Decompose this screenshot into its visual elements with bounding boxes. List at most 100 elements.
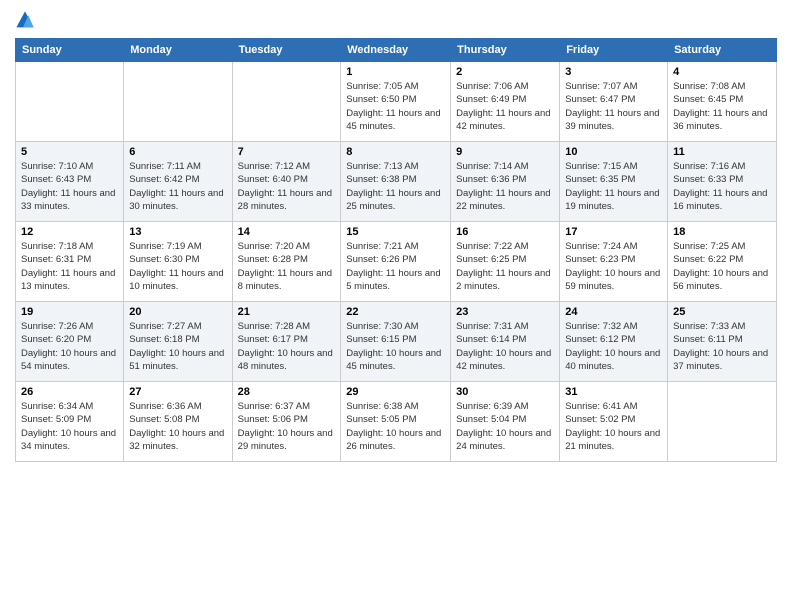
header xyxy=(15,10,777,30)
day-info: Sunrise: 7:21 AM Sunset: 6:26 PM Dayligh… xyxy=(346,240,445,293)
day-info: Sunrise: 6:37 AM Sunset: 5:06 PM Dayligh… xyxy=(238,400,336,453)
calendar-cell: 2 Sunrise: 7:06 AM Sunset: 6:49 PM Daylig… xyxy=(451,62,560,142)
logo xyxy=(15,10,39,30)
day-info: Sunrise: 6:41 AM Sunset: 5:02 PM Dayligh… xyxy=(565,400,662,453)
day-info: Sunrise: 7:12 AM Sunset: 6:40 PM Dayligh… xyxy=(238,160,336,213)
day-number: 25 xyxy=(673,306,771,318)
day-number: 9 xyxy=(456,146,554,158)
day-info: Sunrise: 6:34 AM Sunset: 5:09 PM Dayligh… xyxy=(21,400,118,453)
calendar-week-row: 26 Sunrise: 6:34 AM Sunset: 5:09 PM Dayli… xyxy=(16,382,777,462)
calendar-cell: 5 Sunrise: 7:10 AM Sunset: 6:43 PM Daylig… xyxy=(16,142,124,222)
day-number: 24 xyxy=(565,306,662,318)
day-number: 26 xyxy=(21,386,118,398)
calendar-cell: 29Sunrise: 6:38 AM Sunset: 5:05 PM Dayli… xyxy=(341,382,451,462)
day-info: Sunrise: 7:20 AM Sunset: 6:28 PM Dayligh… xyxy=(238,240,336,293)
day-info: Sunrise: 7:05 AM Sunset: 6:50 PM Dayligh… xyxy=(346,80,445,133)
calendar-day-header: Thursday xyxy=(451,39,560,62)
calendar-cell: 1 Sunrise: 7:05 AM Sunset: 6:50 PM Daylig… xyxy=(341,62,451,142)
day-number: 18 xyxy=(673,226,771,238)
day-info: Sunrise: 7:24 AM Sunset: 6:23 PM Dayligh… xyxy=(565,240,662,293)
calendar-cell xyxy=(124,62,232,142)
day-info: Sunrise: 7:13 AM Sunset: 6:38 PM Dayligh… xyxy=(346,160,445,213)
calendar-cell: 9 Sunrise: 7:14 AM Sunset: 6:36 PM Daylig… xyxy=(451,142,560,222)
calendar-cell: 17 Sunrise: 7:24 AM Sunset: 6:23 PM Dayli… xyxy=(560,222,668,302)
calendar-week-row: 1 Sunrise: 7:05 AM Sunset: 6:50 PM Daylig… xyxy=(16,62,777,142)
calendar-day-header: Sunday xyxy=(16,39,124,62)
calendar-cell: 11Sunrise: 7:16 AM Sunset: 6:33 PM Dayli… xyxy=(668,142,777,222)
calendar-day-header: Saturday xyxy=(668,39,777,62)
day-info: Sunrise: 7:27 AM Sunset: 6:18 PM Dayligh… xyxy=(129,320,226,373)
calendar-cell: 7 Sunrise: 7:12 AM Sunset: 6:40 PM Daylig… xyxy=(232,142,341,222)
logo-icon xyxy=(15,10,35,30)
day-info: Sunrise: 7:31 AM Sunset: 6:14 PM Dayligh… xyxy=(456,320,554,373)
calendar-cell: 15 Sunrise: 7:21 AM Sunset: 6:26 PM Dayli… xyxy=(341,222,451,302)
day-info: Sunrise: 7:26 AM Sunset: 6:20 PM Dayligh… xyxy=(21,320,118,373)
calendar-week-row: 5 Sunrise: 7:10 AM Sunset: 6:43 PM Daylig… xyxy=(16,142,777,222)
day-info: Sunrise: 7:18 AM Sunset: 6:31 PM Dayligh… xyxy=(21,240,118,293)
day-number: 15 xyxy=(346,226,445,238)
calendar-cell: 30Sunrise: 6:39 AM Sunset: 5:04 PM Dayli… xyxy=(451,382,560,462)
calendar-cell: 20 Sunrise: 7:27 AM Sunset: 6:18 PM Dayli… xyxy=(124,302,232,382)
calendar-cell: 27Sunrise: 6:36 AM Sunset: 5:08 PM Dayli… xyxy=(124,382,232,462)
day-info: Sunrise: 7:08 AM Sunset: 6:45 PM Dayligh… xyxy=(673,80,771,133)
day-info: Sunrise: 7:33 AM Sunset: 6:11 PM Dayligh… xyxy=(673,320,771,373)
calendar-cell: 18 Sunrise: 7:25 AM Sunset: 6:22 PM Dayli… xyxy=(668,222,777,302)
day-number: 29 xyxy=(346,386,445,398)
day-number: 14 xyxy=(238,226,336,238)
day-number: 4 xyxy=(673,66,771,78)
day-number: 5 xyxy=(21,146,118,158)
calendar-week-row: 19 Sunrise: 7:26 AM Sunset: 6:20 PM Dayli… xyxy=(16,302,777,382)
calendar-day-header: Tuesday xyxy=(232,39,341,62)
calendar-cell: 14 Sunrise: 7:20 AM Sunset: 6:28 PM Dayli… xyxy=(232,222,341,302)
calendar-cell: 6Sunrise: 7:11 AM Sunset: 6:42 PM Daylig… xyxy=(124,142,232,222)
page: SundayMondayTuesdayWednesdayThursdayFrid… xyxy=(0,0,792,612)
day-number: 22 xyxy=(346,306,445,318)
calendar-cell xyxy=(16,62,124,142)
day-info: Sunrise: 7:06 AM Sunset: 6:49 PM Dayligh… xyxy=(456,80,554,133)
calendar-cell: 4 Sunrise: 7:08 AM Sunset: 6:45 PM Daylig… xyxy=(668,62,777,142)
day-number: 31 xyxy=(565,386,662,398)
day-info: Sunrise: 7:28 AM Sunset: 6:17 PM Dayligh… xyxy=(238,320,336,373)
day-info: Sunrise: 7:16 AM Sunset: 6:33 PM Dayligh… xyxy=(673,160,771,213)
day-number: 13 xyxy=(129,226,226,238)
calendar-week-row: 12 Sunrise: 7:18 AM Sunset: 6:31 PM Dayli… xyxy=(16,222,777,302)
calendar-cell: 25 Sunrise: 7:33 AM Sunset: 6:11 PM Dayli… xyxy=(668,302,777,382)
day-info: Sunrise: 7:22 AM Sunset: 6:25 PM Dayligh… xyxy=(456,240,554,293)
calendar-cell: 3 Sunrise: 7:07 AM Sunset: 6:47 PM Daylig… xyxy=(560,62,668,142)
calendar-day-header: Wednesday xyxy=(341,39,451,62)
day-info: Sunrise: 7:07 AM Sunset: 6:47 PM Dayligh… xyxy=(565,80,662,133)
day-number: 17 xyxy=(565,226,662,238)
day-number: 2 xyxy=(456,66,554,78)
day-info: Sunrise: 7:10 AM Sunset: 6:43 PM Dayligh… xyxy=(21,160,118,213)
day-number: 1 xyxy=(346,66,445,78)
day-number: 20 xyxy=(129,306,226,318)
calendar-day-header: Monday xyxy=(124,39,232,62)
day-number: 16 xyxy=(456,226,554,238)
day-number: 7 xyxy=(238,146,336,158)
calendar-cell: 24 Sunrise: 7:32 AM Sunset: 6:12 PM Dayli… xyxy=(560,302,668,382)
day-info: Sunrise: 7:15 AM Sunset: 6:35 PM Dayligh… xyxy=(565,160,662,213)
calendar-cell: 22 Sunrise: 7:30 AM Sunset: 6:15 PM Dayli… xyxy=(341,302,451,382)
day-number: 21 xyxy=(238,306,336,318)
day-number: 10 xyxy=(565,146,662,158)
calendar-table: SundayMondayTuesdayWednesdayThursdayFrid… xyxy=(15,38,777,462)
day-info: Sunrise: 7:32 AM Sunset: 6:12 PM Dayligh… xyxy=(565,320,662,373)
day-number: 6 xyxy=(129,146,226,158)
calendar-cell: 23 Sunrise: 7:31 AM Sunset: 6:14 PM Dayli… xyxy=(451,302,560,382)
day-info: Sunrise: 7:30 AM Sunset: 6:15 PM Dayligh… xyxy=(346,320,445,373)
calendar-cell: 16 Sunrise: 7:22 AM Sunset: 6:25 PM Dayli… xyxy=(451,222,560,302)
day-number: 27 xyxy=(129,386,226,398)
calendar-cell: 31 Sunrise: 6:41 AM Sunset: 5:02 PM Dayli… xyxy=(560,382,668,462)
calendar-cell xyxy=(232,62,341,142)
calendar-cell: 13Sunrise: 7:19 AM Sunset: 6:30 PM Dayli… xyxy=(124,222,232,302)
calendar-cell xyxy=(668,382,777,462)
day-number: 23 xyxy=(456,306,554,318)
day-number: 19 xyxy=(21,306,118,318)
calendar-cell: 10 Sunrise: 7:15 AM Sunset: 6:35 PM Dayli… xyxy=(560,142,668,222)
day-number: 3 xyxy=(565,66,662,78)
day-number: 12 xyxy=(21,226,118,238)
day-info: Sunrise: 7:14 AM Sunset: 6:36 PM Dayligh… xyxy=(456,160,554,213)
day-info: Sunrise: 6:39 AM Sunset: 5:04 PM Dayligh… xyxy=(456,400,554,453)
calendar-cell: 19 Sunrise: 7:26 AM Sunset: 6:20 PM Dayli… xyxy=(16,302,124,382)
day-info: Sunrise: 7:25 AM Sunset: 6:22 PM Dayligh… xyxy=(673,240,771,293)
